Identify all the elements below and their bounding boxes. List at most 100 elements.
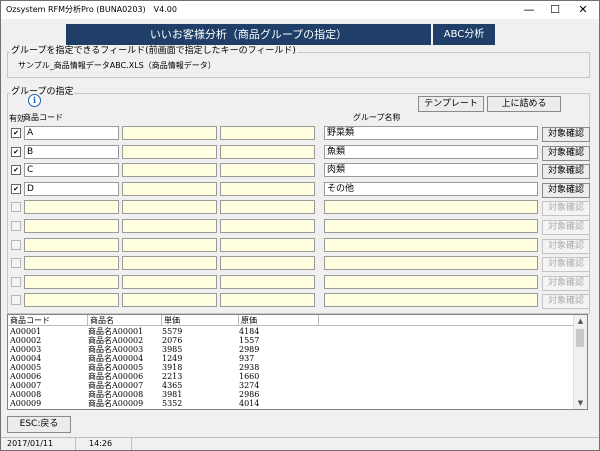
- scroll-down-icon[interactable]: ▼: [574, 397, 587, 409]
- list-col-code[interactable]: 商品コード: [8, 315, 88, 326]
- list-cell: 4365: [162, 381, 183, 390]
- row-enabled-checkbox[interactable]: [11, 258, 21, 268]
- esc-back-button[interactable]: ESC:戻る: [7, 416, 71, 433]
- close-icon[interactable]: ✕: [572, 2, 594, 17]
- row-enabled-checkbox[interactable]: [11, 202, 21, 212]
- list-item[interactable]: A00006 商品名A00006 2213 1660: [8, 372, 587, 381]
- group-name-field[interactable]: [324, 275, 538, 289]
- col-name-header: グループ名称: [353, 113, 401, 122]
- group-name-field[interactable]: [324, 219, 538, 233]
- product-code-field[interactable]: [24, 238, 119, 252]
- product-code-field[interactable]: [220, 238, 315, 252]
- list-cell: A00006: [10, 372, 42, 381]
- list-scrollbar[interactable]: ▲ ▼: [573, 315, 587, 409]
- list-item[interactable]: A00008 商品名A00008 3981 2986: [8, 390, 587, 399]
- row-enabled-checkbox[interactable]: ✔: [11, 128, 21, 138]
- confirm-target-button[interactable]: 対象確認: [542, 164, 590, 179]
- list-col-price[interactable]: 単価: [162, 315, 239, 326]
- group-name-field[interactable]: [324, 200, 538, 214]
- product-code-field[interactable]: [220, 200, 315, 214]
- confirm-target-button[interactable]: 対象確認: [542, 276, 590, 291]
- scroll-thumb[interactable]: [576, 329, 584, 347]
- row-enabled-checkbox[interactable]: [11, 295, 21, 305]
- product-code-field[interactable]: [122, 238, 217, 252]
- pack-up-button[interactable]: 上に詰める: [487, 96, 561, 112]
- product-code-field[interactable]: [122, 145, 217, 159]
- product-code-field[interactable]: B: [24, 145, 119, 159]
- confirm-target-button[interactable]: 対象確認: [542, 127, 590, 142]
- list-item[interactable]: A00009 商品名A00009 5352 4014: [8, 399, 587, 408]
- title-bar: Ozsystem RFM分析Pro (BUNA0203) V4.00 — ☐ ✕: [1, 1, 599, 19]
- group-name-field[interactable]: [324, 238, 538, 252]
- row-enabled-checkbox[interactable]: ✔: [11, 165, 21, 175]
- product-code-field[interactable]: [122, 219, 217, 233]
- product-code-field[interactable]: [220, 182, 315, 196]
- confirm-target-button[interactable]: 対象確認: [542, 294, 590, 309]
- row-enabled-checkbox[interactable]: ✔: [11, 184, 21, 194]
- product-code-field[interactable]: [24, 275, 119, 289]
- product-code-field[interactable]: [220, 126, 315, 140]
- row-enabled-checkbox[interactable]: [11, 277, 21, 287]
- product-code-field[interactable]: C: [24, 163, 119, 177]
- product-code-field[interactable]: D: [24, 182, 119, 196]
- list-cell: A00007: [10, 381, 42, 390]
- list-cell: 商品名A00006: [88, 372, 144, 381]
- info-icon[interactable]: i: [28, 94, 41, 107]
- list-cell: 1249: [162, 354, 183, 363]
- product-code-field[interactable]: [122, 182, 217, 196]
- list-cell: 商品名A00005: [88, 363, 144, 372]
- group-name-field[interactable]: [324, 256, 538, 270]
- list-cell: 2938: [239, 363, 260, 372]
- list-col-cost[interactable]: 原価: [239, 315, 319, 326]
- group-name-field[interactable]: 魚類: [324, 145, 538, 159]
- list-col-name[interactable]: 商品名: [88, 315, 162, 326]
- list-item[interactable]: A00007 商品名A00007 4365 3274: [8, 381, 587, 390]
- group-name-field[interactable]: [324, 293, 538, 307]
- list-item[interactable]: A00003 商品名A00003 3985 2989: [8, 345, 587, 354]
- product-code-field[interactable]: [122, 293, 217, 307]
- product-list[interactable]: 商品コード 商品名 単価 原価 A00001 商品名A00001 5579 4184 A…: [7, 314, 588, 410]
- product-code-field[interactable]: [220, 219, 315, 233]
- list-cell: 3981: [162, 390, 183, 399]
- confirm-target-button[interactable]: 対象確認: [542, 201, 590, 216]
- product-code-field[interactable]: [122, 275, 217, 289]
- minimize-icon[interactable]: —: [518, 2, 540, 17]
- product-code-field[interactable]: [122, 163, 217, 177]
- scroll-up-icon[interactable]: ▲: [574, 315, 587, 327]
- product-code-field[interactable]: [24, 200, 119, 214]
- list-cell: A00002: [10, 336, 42, 345]
- product-code-field[interactable]: [24, 293, 119, 307]
- product-code-field[interactable]: [122, 256, 217, 270]
- list-cell: 2989: [239, 345, 260, 354]
- list-item[interactable]: A00002 商品名A00002 2076 1557: [8, 336, 587, 345]
- product-code-field[interactable]: [24, 219, 119, 233]
- confirm-target-button[interactable]: 対象確認: [542, 257, 590, 272]
- row-enabled-checkbox[interactable]: [11, 221, 21, 231]
- confirm-target-button[interactable]: 対象確認: [542, 146, 590, 161]
- group-name-field[interactable]: 肉類: [324, 163, 538, 177]
- list-cell: A00005: [10, 363, 42, 372]
- product-code-field[interactable]: [122, 126, 217, 140]
- maximize-icon[interactable]: ☐: [544, 2, 566, 17]
- confirm-target-button[interactable]: 対象確認: [542, 220, 590, 235]
- template-button[interactable]: テンプレート: [418, 96, 484, 112]
- product-code-field[interactable]: [122, 200, 217, 214]
- confirm-target-button[interactable]: 対象確認: [542, 239, 590, 254]
- product-code-field[interactable]: A: [24, 126, 119, 140]
- product-code-field[interactable]: [220, 163, 315, 177]
- list-item[interactable]: A00004 商品名A00004 1249 937: [8, 354, 587, 363]
- group-groupbox-label: グループの指定: [10, 87, 75, 98]
- group-name-field[interactable]: 野菜類: [324, 126, 538, 140]
- product-code-field[interactable]: [220, 275, 315, 289]
- row-enabled-checkbox[interactable]: [11, 240, 21, 250]
- window-title: Ozsystem RFM分析Pro (BUNA0203) V4.00: [6, 5, 177, 14]
- product-code-field[interactable]: [220, 145, 315, 159]
- row-enabled-checkbox[interactable]: ✔: [11, 147, 21, 157]
- product-code-field[interactable]: [220, 293, 315, 307]
- list-item[interactable]: A00005 商品名A00005 3918 2938: [8, 363, 587, 372]
- group-name-field[interactable]: その他: [324, 182, 538, 196]
- product-code-field[interactable]: [220, 256, 315, 270]
- product-code-field[interactable]: [24, 256, 119, 270]
- list-item[interactable]: A00001 商品名A00001 5579 4184: [8, 327, 587, 336]
- confirm-target-button[interactable]: 対象確認: [542, 183, 590, 198]
